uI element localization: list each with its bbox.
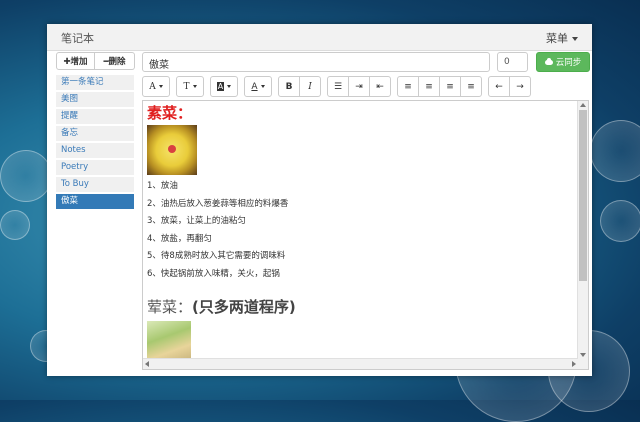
heading-vegetarian: 素菜： xyxy=(147,104,193,122)
sync-button[interactable]: 云同步 xyxy=(536,52,590,72)
step-item: 5、待8成熟时放入其它需要的调味料 xyxy=(147,251,286,261)
bold-button[interactable]: B xyxy=(278,76,300,97)
vertical-scroll-thumb[interactable] xyxy=(579,110,587,281)
scroll-down-icon[interactable] xyxy=(580,353,586,357)
vegetarian-dish-image xyxy=(147,125,197,175)
cloud-icon xyxy=(544,57,553,65)
caret-down-icon xyxy=(158,85,163,88)
note-actions: ✚增加 ━删除 xyxy=(56,52,135,70)
menu-label: 菜单 xyxy=(546,32,568,45)
step-item: 6、快起锅前放入味精，关火，起锅 xyxy=(147,268,280,279)
step-item: 2、油热后放入葱姜蒜等相应的料爆香 xyxy=(147,198,289,209)
menu-dropdown[interactable]: 菜单 xyxy=(546,30,578,46)
background-bubble xyxy=(0,150,52,202)
heading-meat-note: (只多两道程序) xyxy=(192,298,296,316)
title-bar: 笔记本 菜单 xyxy=(47,24,592,51)
align-center-button[interactable]: ≡ xyxy=(418,76,440,97)
garnish-dot xyxy=(168,145,176,153)
step-item: 3、放菜，让菜上的油粘匀 xyxy=(147,216,246,226)
align-right-button[interactable]: ≡ xyxy=(439,76,461,97)
sidebar-item-memo[interactable]: 备忘 xyxy=(56,126,134,141)
background-bubble xyxy=(0,210,30,240)
list-group: ☰ ⇥ ⇤ xyxy=(327,76,391,98)
justify-button[interactable]: ≡ xyxy=(460,76,482,97)
horizontal-scrollbar[interactable] xyxy=(143,358,578,369)
caret-down-icon xyxy=(260,85,265,88)
notes-sidebar: 第一条笔记 美图 提醒 备忘 Notes Poetry To Buy 傲菜 xyxy=(56,75,134,211)
size-group: T xyxy=(176,76,204,98)
undo-button[interactable]: ← xyxy=(488,76,510,97)
app-title: 笔记本 xyxy=(61,32,94,45)
history-group: ← → xyxy=(488,76,531,98)
background-bubble xyxy=(600,200,640,242)
background-color-button[interactable]: A xyxy=(210,76,238,97)
step-item: 4、放盐，再翻匀 xyxy=(147,233,212,244)
heading-meat-dish: 荤菜：(只多两道程序) xyxy=(147,297,572,317)
sidebar-item-cooking[interactable]: 傲菜 xyxy=(56,194,134,209)
align-group: ≡ ≡ ≡ ≡ xyxy=(397,76,482,98)
step-item: 1、放油 xyxy=(147,181,178,191)
scroll-right-icon[interactable] xyxy=(572,361,576,367)
italic-button[interactable]: I xyxy=(299,76,321,97)
note-count-field[interactable]: 0 xyxy=(497,52,528,72)
style-group: B I xyxy=(278,76,321,98)
indent-button[interactable]: ⇥ xyxy=(348,76,370,97)
font-color-button[interactable]: A xyxy=(244,76,272,97)
notebook-window: 笔记本 菜单 ✚增加 ━删除 傲菜 0 云同步 第一条笔记 美图 提醒 备忘 N… xyxy=(47,24,592,376)
delete-note-button[interactable]: ━删除 xyxy=(95,52,135,70)
meat-dish-image xyxy=(147,321,191,361)
editor-toolbar: A T A A B I ☰ ⇥ ⇤ ≡ ≡ ≡ ≡ ← → xyxy=(142,76,537,98)
editor-content: 素菜： 1、放油 2、油热后放入葱姜蒜等相应的料爆香 3、放菜，让菜上的油粘匀 … xyxy=(147,103,572,361)
align-left-button[interactable]: ≡ xyxy=(397,76,419,97)
fore-color-group: A xyxy=(244,76,272,98)
background-bubble xyxy=(590,120,640,182)
unordered-list-button[interactable]: ☰ xyxy=(327,76,349,97)
scroll-left-icon[interactable] xyxy=(145,361,149,367)
highlight-icon: A xyxy=(216,82,225,91)
sidebar-item-pictures[interactable]: 美图 xyxy=(56,92,134,107)
sidebar-item-first-note[interactable]: 第一条笔记 xyxy=(56,75,134,90)
sidebar-item-to-buy[interactable]: To Buy xyxy=(56,177,134,192)
caret-down-icon xyxy=(572,37,578,41)
sidebar-item-reminder[interactable]: 提醒 xyxy=(56,109,134,124)
heading-meat-prefix: 荤菜： xyxy=(147,298,193,316)
caret-down-icon xyxy=(227,85,232,88)
font-name-button[interactable]: A xyxy=(142,76,170,97)
font-group: A xyxy=(142,76,170,98)
sync-label: 云同步 xyxy=(555,58,582,68)
rich-text-editor[interactable]: 素菜： 1、放油 2、油热后放入葱姜蒜等相应的料爆香 3、放菜，让菜上的油粘匀 … xyxy=(142,100,589,370)
sidebar-item-notes[interactable]: Notes xyxy=(56,143,134,158)
cooking-steps: 1、放油 2、油热后放入葱姜蒜等相应的料爆香 3、放菜，让菜上的油粘匀 4、放盐… xyxy=(147,178,572,283)
add-note-button[interactable]: ✚增加 xyxy=(56,52,95,70)
sidebar-item-poetry[interactable]: Poetry xyxy=(56,160,134,175)
bg-color-group: A xyxy=(210,76,238,98)
redo-button[interactable]: → xyxy=(509,76,531,97)
text-height-icon: T xyxy=(183,81,190,92)
font-size-button[interactable]: T xyxy=(176,76,204,97)
scroll-up-icon[interactable] xyxy=(580,103,586,107)
outdent-button[interactable]: ⇤ xyxy=(369,76,391,97)
vertical-scrollbar[interactable] xyxy=(577,101,588,369)
font-color-icon: A xyxy=(251,81,258,92)
note-title-input[interactable]: 傲菜 xyxy=(142,52,490,72)
font-icon: A xyxy=(149,81,156,92)
caret-down-icon xyxy=(192,85,197,88)
